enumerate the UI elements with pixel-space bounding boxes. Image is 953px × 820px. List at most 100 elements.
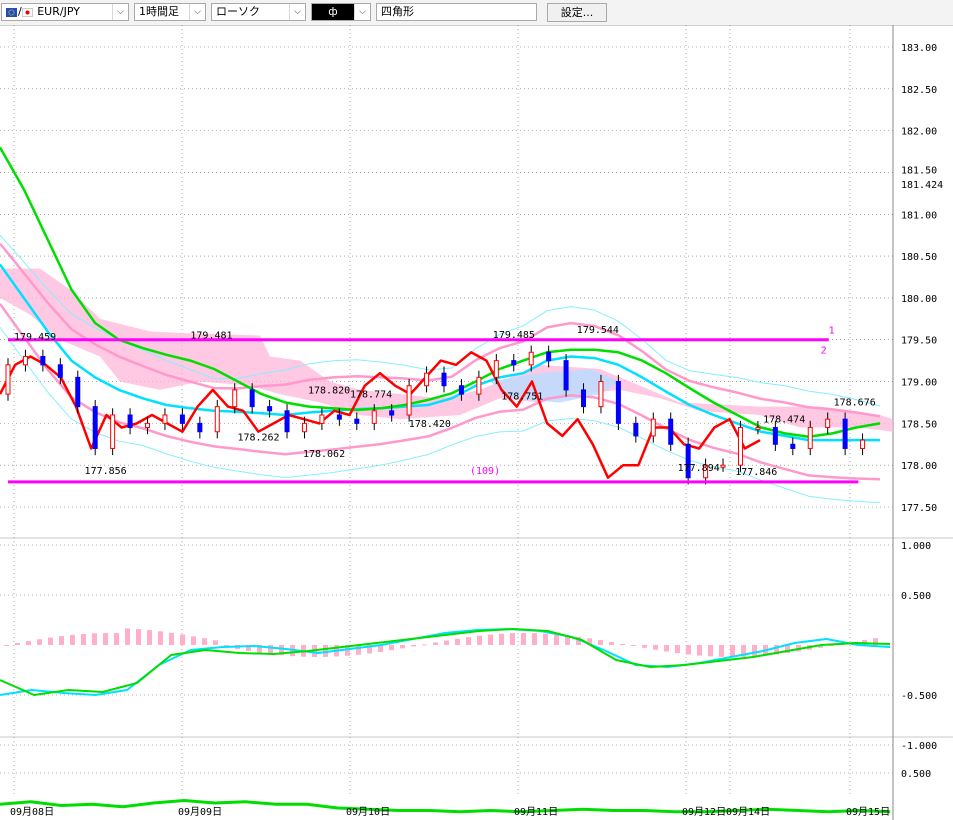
price-tick: 181.424 xyxy=(901,180,943,191)
draw-tool-select[interactable]: ф ⌵ xyxy=(311,3,371,21)
price-tick: 179.00 xyxy=(901,378,937,389)
macd-bar xyxy=(708,645,713,657)
chevron-down-icon[interactable]: ⌵ xyxy=(289,4,305,20)
candle xyxy=(598,381,604,408)
settings-button[interactable]: 設定... xyxy=(547,3,607,22)
timeframe-select[interactable]: 1時間足 ⌵ xyxy=(134,3,206,21)
price-label: 179.544 xyxy=(577,325,619,336)
date-label: 09月14日 xyxy=(726,806,770,818)
price-tick: 182.00 xyxy=(901,127,937,138)
macd-bar xyxy=(499,633,504,645)
macd-bar xyxy=(532,633,537,645)
candle xyxy=(755,427,761,431)
macd-bar xyxy=(59,636,64,645)
candle xyxy=(162,414,168,424)
price-label: 178.820 xyxy=(308,386,350,397)
candle xyxy=(75,376,81,408)
macd-bar xyxy=(4,645,9,646)
price-label: 178.062 xyxy=(303,449,345,460)
date-label: 09月09日 xyxy=(178,806,222,818)
candle xyxy=(57,364,63,378)
macd-bar xyxy=(48,637,53,645)
indicator-tick: 0.500 xyxy=(901,769,931,780)
price-label: 178.751 xyxy=(501,391,543,402)
candle xyxy=(546,351,552,362)
macd-tick: -1.000 xyxy=(901,741,937,752)
candle xyxy=(319,414,325,424)
macd-bar xyxy=(686,645,691,655)
macd-bar xyxy=(510,633,515,645)
macd-bar xyxy=(422,644,427,646)
macd-bar xyxy=(697,645,702,656)
price-tick: 181.00 xyxy=(901,210,937,221)
price-label: 178.676 xyxy=(834,398,876,409)
macd-bar xyxy=(642,645,647,648)
date-label: 09月11日 xyxy=(514,806,558,818)
macd-bar xyxy=(664,645,669,652)
candle xyxy=(110,414,116,449)
macd-tick: 1.000 xyxy=(901,541,931,552)
macd-bar xyxy=(213,640,218,645)
chart-type-label: ローソク xyxy=(216,5,260,18)
toolbar: / EUR/JPY ⌵ 1時間足 ⌵ ローソク ⌵ ф ⌵ 四角形 設定... xyxy=(0,0,953,26)
price-tick: 181.50 xyxy=(901,165,937,176)
macd-bar xyxy=(609,641,614,645)
candle xyxy=(825,418,831,429)
candle xyxy=(214,406,220,433)
candle xyxy=(127,414,133,429)
candle xyxy=(284,410,290,433)
candle xyxy=(267,406,273,412)
macd-bar xyxy=(433,642,438,645)
macd-bar xyxy=(719,645,724,657)
macd-tick: 0.500 xyxy=(901,591,931,602)
candle xyxy=(5,364,11,395)
date-label: 09月12日 xyxy=(682,806,726,818)
price-label: 177.894 xyxy=(678,463,720,474)
price-tick: 179.50 xyxy=(901,336,937,347)
macd-bar xyxy=(26,641,31,645)
macd-bar xyxy=(444,640,449,645)
shape-field[interactable]: 四角形 xyxy=(376,3,537,21)
macd-bar xyxy=(70,634,75,645)
price-label: 178.774 xyxy=(350,389,392,400)
macd-bar xyxy=(631,645,636,646)
macd-bar xyxy=(488,634,493,645)
macd-bar xyxy=(543,633,548,645)
candle xyxy=(668,418,674,445)
macd-bar xyxy=(356,645,361,655)
price-label: 178.420 xyxy=(409,419,451,430)
macd-bar xyxy=(466,637,471,645)
candle xyxy=(232,389,238,408)
macd-bar xyxy=(521,633,526,645)
price-label: 178.474 xyxy=(763,415,805,426)
candle xyxy=(581,389,587,408)
macd-bar xyxy=(411,645,416,647)
jp-flag-icon xyxy=(21,7,33,17)
price-tick: 180.00 xyxy=(901,294,937,305)
candle xyxy=(249,389,255,408)
macd-bar xyxy=(125,628,130,645)
macd-bar xyxy=(554,634,559,645)
candle xyxy=(790,443,796,449)
candle xyxy=(179,414,185,424)
macd-bar xyxy=(15,643,20,645)
macd-bar xyxy=(400,645,405,649)
price-tick: 178.00 xyxy=(901,461,937,472)
candle xyxy=(511,360,517,366)
candle xyxy=(528,351,534,366)
chevron-down-icon[interactable]: ⌵ xyxy=(354,4,370,20)
chart-type-select[interactable]: ローソク ⌵ xyxy=(211,3,306,21)
chevron-down-icon[interactable]: ⌵ xyxy=(189,4,205,20)
candle xyxy=(720,464,726,468)
candle xyxy=(389,410,395,416)
currency-pair-select[interactable]: / EUR/JPY ⌵ xyxy=(1,3,129,21)
price-label: 179.485 xyxy=(493,330,535,341)
macd-bar xyxy=(389,645,394,651)
chevron-down-icon[interactable]: ⌵ xyxy=(112,4,128,20)
draw-tool-symbol: ф xyxy=(312,4,354,20)
macd-bar xyxy=(752,645,757,657)
macd-bar xyxy=(730,645,735,657)
range-label: 1 xyxy=(829,326,835,337)
candle xyxy=(842,418,848,449)
candle xyxy=(633,422,639,437)
